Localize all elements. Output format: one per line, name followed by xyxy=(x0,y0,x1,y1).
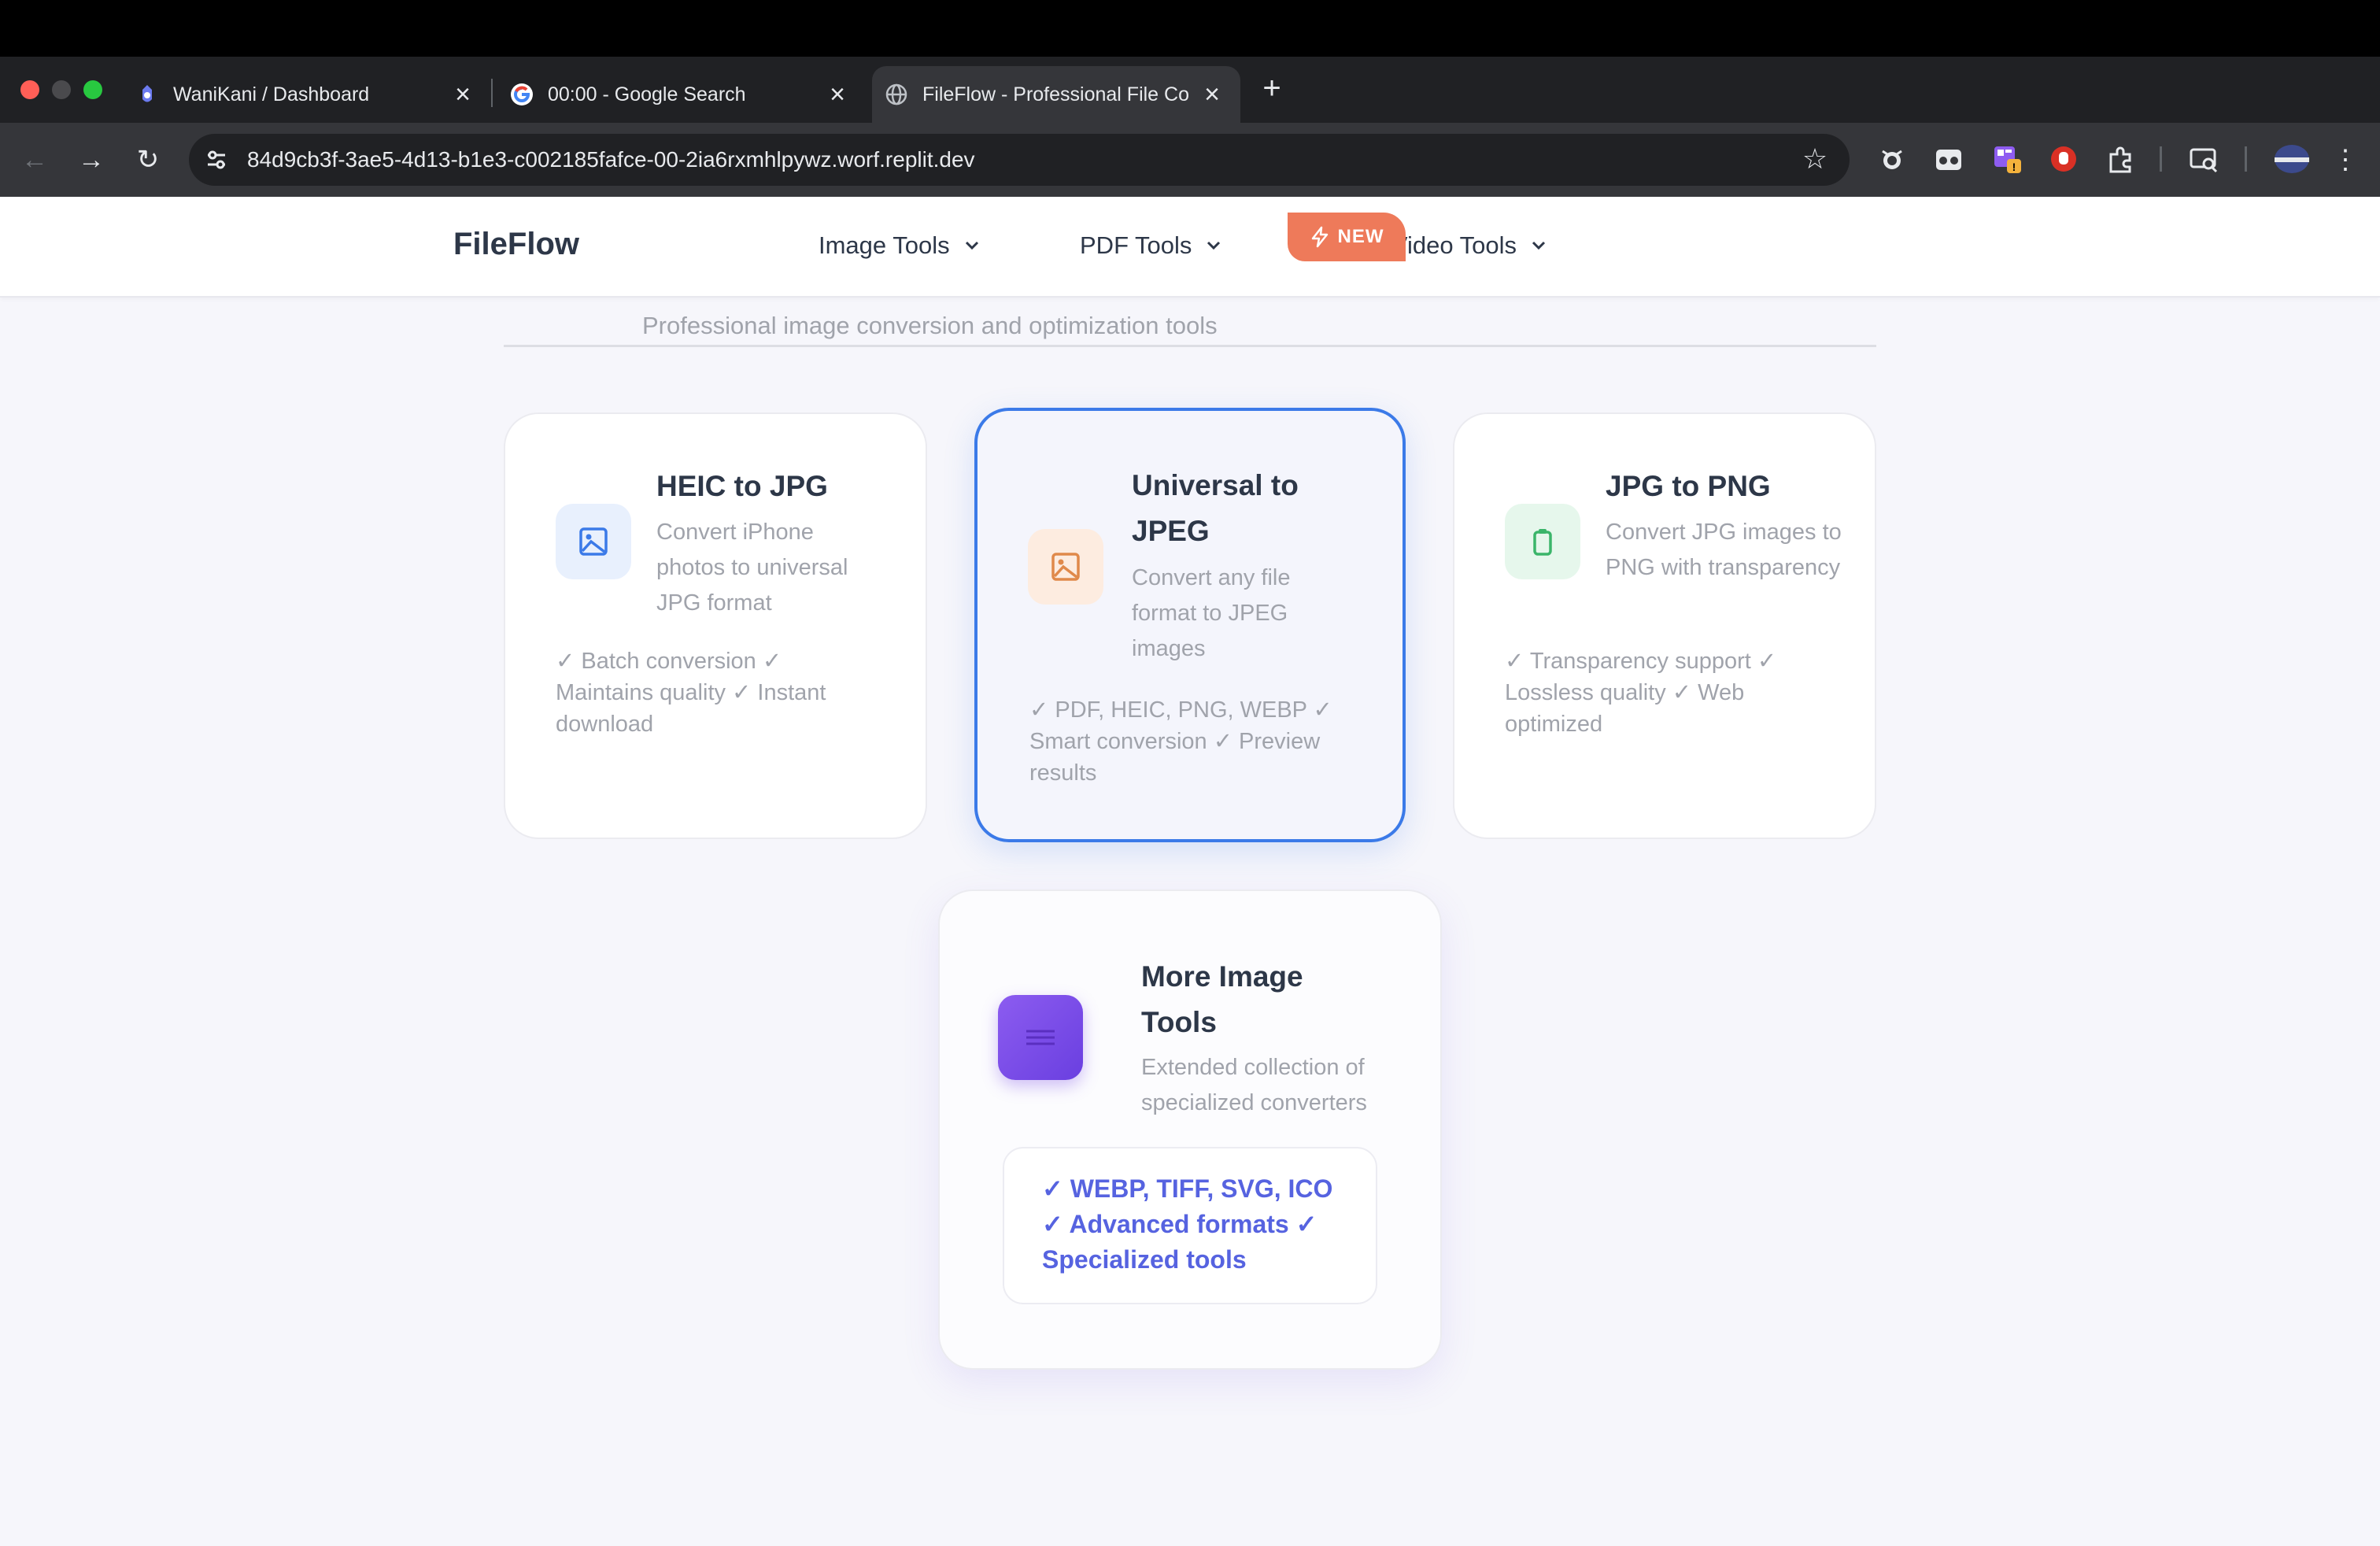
tab-fileflow[interactable]: FileFlow - Professional File Co × xyxy=(872,66,1240,123)
extensions-puzzle-icon[interactable] xyxy=(2105,143,2136,175)
nav-image-tools[interactable]: Image Tools xyxy=(819,231,980,260)
lightning-icon xyxy=(1311,226,1328,248)
badge-label: NEW xyxy=(1337,226,1384,247)
nav-label: PDF Tools xyxy=(1080,231,1192,259)
back-button[interactable]: ← xyxy=(17,142,52,177)
extension-hand-icon[interactable] xyxy=(2048,143,2079,175)
chevron-down-icon xyxy=(1207,241,1221,250)
new-badge: NEW xyxy=(1288,213,1406,261)
profile-avatar[interactable] xyxy=(2273,143,2311,175)
card-title: HEIC to JPG xyxy=(656,470,828,502)
image-icon xyxy=(1051,553,1080,581)
nav-label: Image Tools xyxy=(819,231,950,259)
card-description: Extended collection of specialized conve… xyxy=(1141,1055,1367,1115)
card-description: Convert iPhone photos to universal JPG f… xyxy=(656,520,848,616)
card-icon-box xyxy=(1505,504,1580,579)
forward-button[interactable]: → xyxy=(74,142,109,177)
new-tab-button[interactable]: + xyxy=(1256,72,1288,104)
extension-reader-icon[interactable] xyxy=(1933,143,1964,175)
menu-lines-icon xyxy=(1026,1030,1055,1045)
browser-menu-icon[interactable]: ⋮ xyxy=(2328,142,2363,177)
close-tab-icon[interactable]: × xyxy=(1201,81,1223,108)
reload-button[interactable]: ↻ xyxy=(131,142,165,177)
site-navbar: FileFlow Image Tools PDF Tools Audio/Vid… xyxy=(0,197,2380,298)
card-description: Convert JPG images to PNG with transpare… xyxy=(1606,520,1842,580)
google-favicon-icon xyxy=(511,83,533,105)
card-title: JPG to PNG xyxy=(1606,470,1771,502)
globe-favicon-icon xyxy=(885,83,907,105)
card-description: Convert any file format to JPEG images xyxy=(1132,565,1291,661)
tab-google-search[interactable]: 00:00 - Google Search × xyxy=(510,66,848,123)
tab-search-icon[interactable] xyxy=(2188,143,2219,175)
card-icon-box xyxy=(556,504,631,579)
site-settings-icon[interactable] xyxy=(201,145,231,175)
card-icon-box xyxy=(1028,529,1103,605)
clipboard-icon xyxy=(1533,529,1552,556)
card-icon-box xyxy=(998,995,1083,1080)
section-divider xyxy=(504,345,1876,347)
card-features: ✓ Transparency support ✓ Lossless qualit… xyxy=(1505,649,1777,737)
site-brand-logo[interactable]: FileFlow xyxy=(453,227,579,262)
svg-text:!: ! xyxy=(2012,161,2016,173)
chevron-down-icon xyxy=(1532,241,1546,250)
card-title: More Image Tools xyxy=(1141,960,1303,1038)
url-text[interactable]: 84d9cb3f-3ae5-4d13-b1e3-c002185fafce-00-… xyxy=(247,145,975,175)
window-close-button[interactable] xyxy=(20,80,39,99)
card-features: ✓ Batch conversion ✓ Maintains quality ✓… xyxy=(556,649,826,737)
tab-title: FileFlow - Professional File Co xyxy=(922,83,1189,105)
image-icon xyxy=(579,527,608,556)
bookmark-star-icon[interactable]: ☆ xyxy=(1798,142,1832,176)
tab-wanikani[interactable]: WaniKani / Dashboard × xyxy=(135,66,474,123)
tab-title: 00:00 - Google Search xyxy=(548,83,746,105)
toolbar-separator xyxy=(2160,146,2162,172)
card-features: ✓ PDF, HEIC, PNG, WEBP ✓ Smart conversio… xyxy=(1029,697,1332,786)
nav-pdf-tools[interactable]: PDF Tools xyxy=(1080,231,1221,260)
card-title: Universal to JPEG xyxy=(1132,469,1299,547)
window-zoom-button[interactable] xyxy=(83,80,102,99)
close-tab-icon[interactable]: × xyxy=(452,81,474,108)
tab-separator xyxy=(491,79,493,107)
chevron-down-icon xyxy=(965,241,978,250)
extension-bug-icon[interactable] xyxy=(1876,143,1908,175)
wanikani-favicon-icon xyxy=(142,85,152,102)
section-subtitle: Professional image conversion and optimi… xyxy=(642,312,1218,339)
toolbar-separator xyxy=(2245,146,2247,172)
extension-grid-icon[interactable]: ! xyxy=(1991,143,2023,175)
close-tab-icon[interactable]: × xyxy=(826,81,848,108)
card-features: ✓ WEBP, TIFF, SVG, ICO ✓ Advanced format… xyxy=(1042,1174,1333,1274)
tab-title: WaniKani / Dashboard xyxy=(173,83,370,105)
window-minimize-button[interactable] xyxy=(52,80,71,99)
mac-menu-bar xyxy=(0,0,2380,57)
